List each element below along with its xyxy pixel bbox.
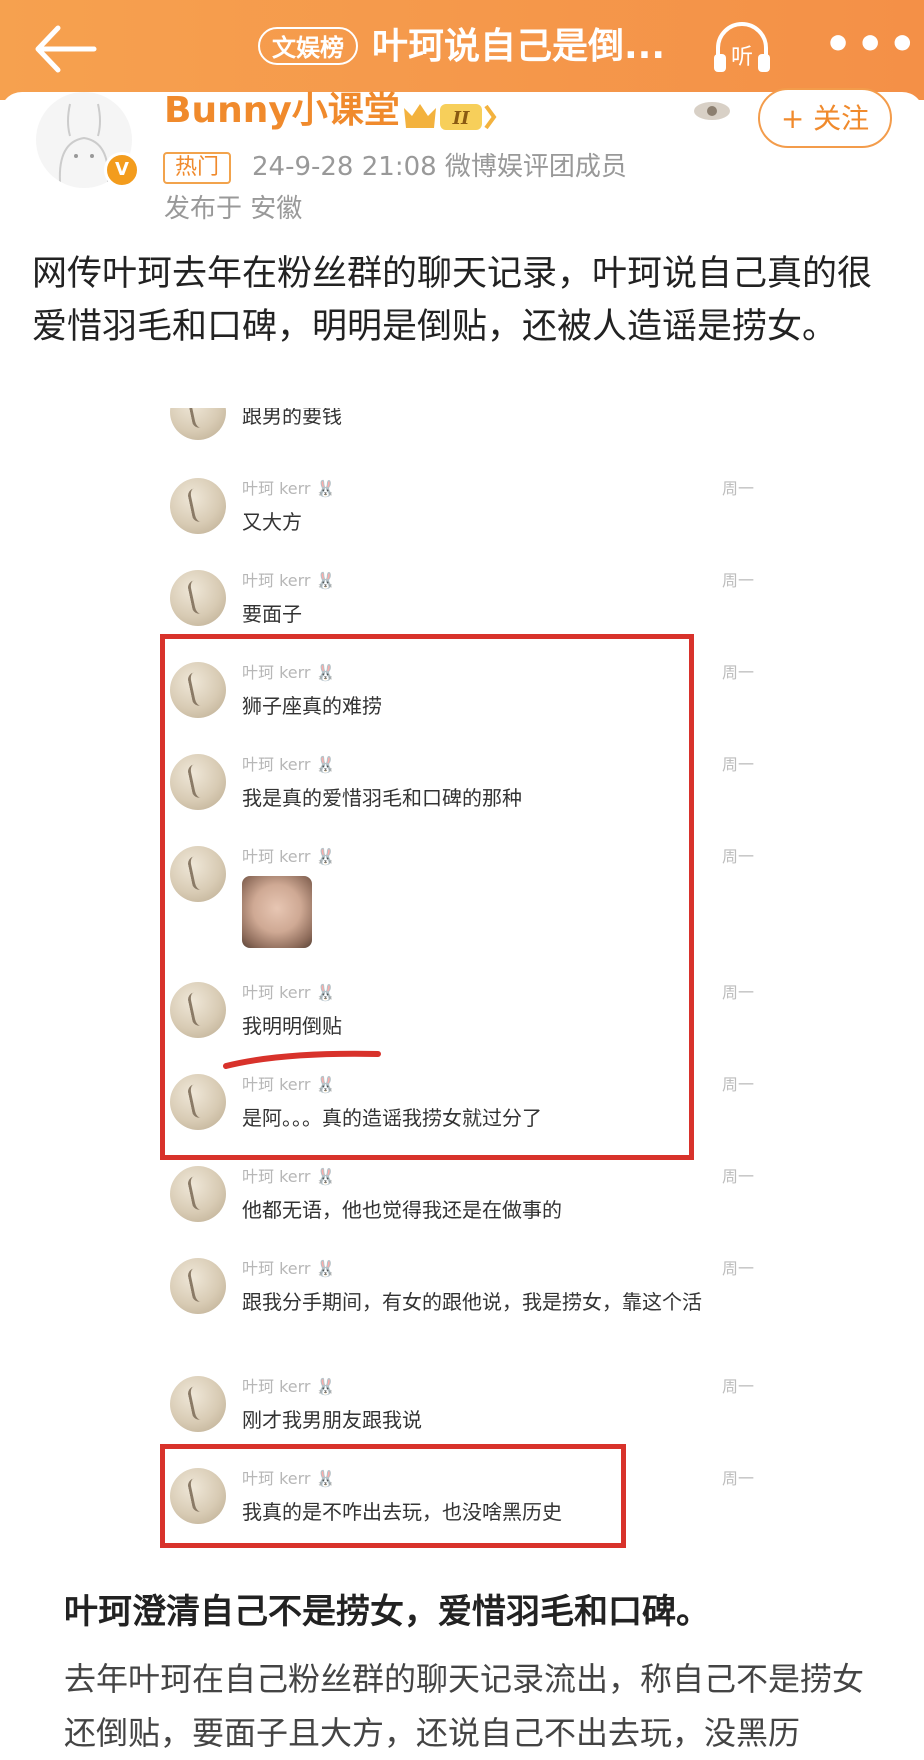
chat-message-text: 跟男的要钱	[242, 408, 342, 428]
chat-sender-name: 叶珂 kerr 🐰	[242, 1377, 336, 1396]
red-highlight-box	[160, 1444, 626, 1548]
chat-time: 周一	[722, 1075, 755, 1094]
chat-time: 周一	[722, 983, 755, 1002]
chat-time: 周一	[722, 847, 755, 866]
chat-time: 周一	[722, 1259, 755, 1278]
top-bar: 文娱榜 叶珂说自己是倒... 听 •••	[0, 0, 924, 100]
crown-level-icon: II	[404, 104, 497, 130]
chat-sender-name: 叶珂 kerr 🐰	[242, 479, 336, 498]
chat-avatar	[170, 478, 226, 534]
post-meta: 24-9-28 21:08 微博娱评团成员	[252, 152, 627, 182]
listen-button[interactable]: 听	[708, 18, 776, 78]
chat-sender-name: 叶珂 kerr 🐰	[242, 1259, 336, 1278]
page-title: 叶珂说自己是倒...	[372, 26, 666, 67]
red-underline-mark	[223, 1050, 381, 1069]
hot-badge: 热门	[163, 152, 232, 184]
more-button[interactable]: •••	[824, 20, 920, 70]
author-name[interactable]: Bunny小课堂	[164, 88, 400, 134]
headphones-icon: 听	[714, 22, 770, 72]
chat-avatar	[170, 1166, 226, 1222]
verified-badge-icon: V	[104, 152, 140, 188]
chat-avatar	[170, 1376, 226, 1432]
eye-watch-icon	[692, 100, 754, 122]
listen-label: 听	[731, 45, 753, 70]
post-text: 网传叶珂去年在粉丝群的聊天记录，叶珂说自己真的很爱惜羽毛和口碑，明明是倒贴，还被…	[32, 254, 873, 347]
follow-button[interactable]: + 关注	[758, 88, 892, 148]
chat-time: 周一	[722, 571, 755, 590]
chat-time: 周一	[722, 1469, 755, 1488]
chat-time: 周一	[722, 1377, 755, 1396]
article-heading: 叶珂澄清自己不是捞女，爱惜羽毛和口碑。	[64, 1592, 710, 1632]
chat-time: 周一	[722, 479, 755, 498]
chat-message: 叶珂 kerr 🐰 周一跟我分手期间，有女的跟他说，我是捞女，靠这个活	[170, 1258, 770, 1368]
chat-avatar	[170, 1258, 226, 1314]
level-badge: II	[400, 100, 500, 132]
article-body: 去年叶珂在自己粉丝群的聊天记录流出，称自己不是捞女还倒贴，要面子且大方，还说自己…	[64, 1660, 865, 1752]
chat-avatar	[170, 408, 226, 440]
red-highlight-box	[160, 634, 694, 1160]
chat-sender-name: 叶珂 kerr 🐰	[242, 571, 336, 590]
chat-message-text: 跟我分手期间，有女的跟他说，我是捞女，靠这个活	[242, 1290, 702, 1314]
back-arrow-icon	[35, 25, 97, 73]
chat-message-text: 要面子	[242, 602, 302, 626]
chat-message-text: 又大方	[242, 510, 302, 534]
category-tag[interactable]: 文娱榜	[258, 27, 358, 65]
chat-time: 周一	[722, 1167, 755, 1186]
chat-time: 周一	[722, 663, 755, 682]
chat-message-text: 刚才我男朋友跟我说	[242, 1408, 422, 1432]
back-button[interactable]	[30, 22, 100, 76]
level-text: II	[452, 108, 470, 129]
post-location: 发布于 安徽	[164, 194, 303, 224]
chat-sender-name: 叶珂 kerr 🐰	[242, 1167, 336, 1186]
chat-message-text: 他都无语，他也觉得我还是在做事的	[242, 1198, 562, 1222]
chat-avatar	[170, 570, 226, 626]
chat-time: 周一	[722, 755, 755, 774]
